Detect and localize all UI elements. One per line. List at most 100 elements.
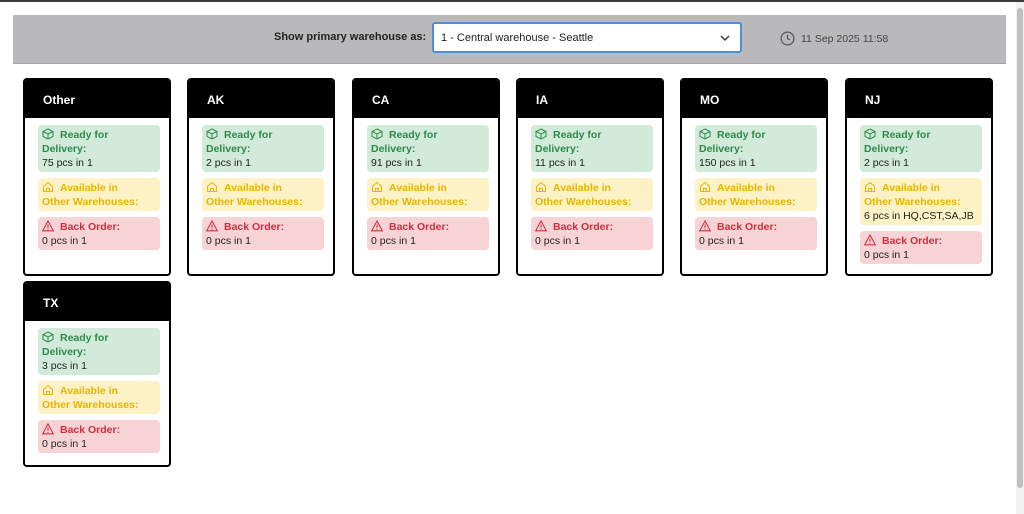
available-label-2: Other Warehouses: [42, 196, 139, 208]
warehouse-icon [371, 181, 389, 194]
ready-label-1: Ready for [224, 129, 273, 141]
warehouse-card: TX Ready for Delivery: 3 pcs in 1 Availab… [23, 281, 171, 467]
box-icon [206, 128, 224, 141]
primary-warehouse-select[interactable]: 1 - Central warehouse - Seattle [432, 22, 742, 53]
ready-for-delivery-box: Ready for Delivery: 91 pcs in 1 [367, 125, 489, 172]
back-order-label: Back Order: [717, 221, 778, 233]
back-order-label: Back Order: [882, 235, 943, 247]
back-order-label: Back Order: [553, 221, 614, 233]
available-label-1: Available in [882, 182, 940, 194]
card-title: NJ [847, 80, 991, 118]
ready-label-2: Delivery: [42, 346, 87, 358]
available-label-1: Available in [389, 182, 447, 194]
ready-label-2: Delivery: [42, 143, 87, 155]
ready-for-delivery-box: Ready for Delivery: 3 pcs in 1 [38, 328, 160, 375]
ready-quantity: 11 pcs in 1 [535, 157, 586, 169]
available-other-warehouses-box: Available in Other Warehouses: [38, 381, 160, 414]
ready-label-2: Delivery: [371, 143, 416, 155]
available-other-warehouses-box: Available in Other Warehouses: [367, 178, 489, 211]
box-icon [42, 128, 60, 141]
warehouse-icon [535, 181, 553, 194]
back-order-quantity: 0 pcs in 1 [864, 249, 909, 261]
warehouse-toolbar: Show primary warehouse as: 1 - Central w… [13, 15, 1006, 64]
available-label-2: Other Warehouses: [535, 196, 632, 208]
available-other-warehouses-box: Available in Other Warehouses: [531, 178, 653, 211]
warehouse-icon [699, 181, 717, 194]
available-label-1: Available in [60, 385, 118, 397]
back-order-box: Back Order: 0 pcs in 1 [695, 217, 817, 250]
warehouse-card: CA Ready for Delivery: 91 pcs in 1 Availa… [352, 78, 500, 276]
warning-icon [206, 220, 224, 233]
primary-warehouse-select-value: 1 - Central warehouse - Seattle [441, 32, 594, 44]
warning-icon [864, 234, 882, 247]
box-icon [42, 331, 60, 344]
back-order-box: Back Order: 0 pcs in 1 [531, 217, 653, 250]
warning-icon [371, 220, 389, 233]
card-title: AK [189, 80, 333, 118]
ready-for-delivery-box: Ready for Delivery: 75 pcs in 1 [38, 125, 160, 172]
box-icon [864, 128, 882, 141]
available-other-warehouses-box: Available in Other Warehouses: [38, 178, 160, 211]
primary-warehouse-label: Show primary warehouse as: [274, 31, 427, 43]
available-label-2: Other Warehouses: [206, 196, 303, 208]
scrollbar-thumb[interactable] [1017, 8, 1023, 488]
warehouse-card: NJ Ready for Delivery: 2 pcs in 1 Availab… [845, 78, 993, 276]
warehouse-card: IA Ready for Delivery: 11 pcs in 1 Availa… [516, 78, 664, 276]
warehouse-card: MO Ready for Delivery: 150 pcs in 1 Avail… [680, 78, 828, 276]
card-title: CA [354, 80, 498, 118]
card-title: Other [25, 80, 169, 118]
box-icon [371, 128, 389, 141]
available-label-1: Available in [224, 182, 282, 194]
warehouse-icon [42, 181, 60, 194]
available-label-2: Other Warehouses: [864, 196, 961, 208]
clock-icon [780, 31, 795, 46]
available-label-2: Other Warehouses: [371, 196, 468, 208]
ready-label-1: Ready for [389, 129, 438, 141]
back-order-box: Back Order: 0 pcs in 1 [367, 217, 489, 250]
warning-icon [42, 220, 60, 233]
chevron-down-icon [720, 35, 730, 41]
back-order-label: Back Order: [60, 424, 121, 436]
back-order-label: Back Order: [224, 221, 285, 233]
back-order-quantity: 0 pcs in 1 [42, 235, 87, 247]
ready-for-delivery-box: Ready for Delivery: 150 pcs in 1 [695, 125, 817, 172]
card-title: MO [682, 80, 826, 118]
ready-for-delivery-box: Ready for Delivery: 2 pcs in 1 [860, 125, 982, 172]
ready-label-1: Ready for [717, 129, 766, 141]
warning-icon [42, 423, 60, 436]
available-label-2: Other Warehouses: [42, 399, 139, 411]
back-order-box: Back Order: 0 pcs in 1 [860, 231, 982, 264]
ready-quantity: 2 pcs in 1 [206, 157, 251, 169]
vertical-scrollbar[interactable] [1016, 2, 1024, 514]
ready-for-delivery-box: Ready for Delivery: 11 pcs in 1 [531, 125, 653, 172]
warning-icon [699, 220, 717, 233]
ready-label-2: Delivery: [864, 143, 909, 155]
box-icon [535, 128, 553, 141]
available-label-1: Available in [553, 182, 611, 194]
back-order-quantity: 0 pcs in 1 [206, 235, 251, 247]
available-label-1: Available in [717, 182, 775, 194]
card-title: IA [518, 80, 662, 118]
ready-for-delivery-box: Ready for Delivery: 2 pcs in 1 [202, 125, 324, 172]
timestamp: 11 Sep 2025 11:58 [801, 33, 889, 45]
back-order-quantity: 0 pcs in 1 [535, 235, 580, 247]
ready-quantity: 2 pcs in 1 [864, 157, 909, 169]
back-order-label: Back Order: [60, 221, 121, 233]
warehouse-card: AK Ready for Delivery: 2 pcs in 1 Availab… [187, 78, 335, 276]
available-other-warehouses-box: Available in Other Warehouses: [202, 178, 324, 211]
available-other-warehouses-box: Available in Other Warehouses: [695, 178, 817, 211]
ready-label-1: Ready for [60, 332, 109, 344]
ready-quantity: 91 pcs in 1 [371, 157, 422, 169]
available-quantity: 6 pcs in HQ,CST,SA,JB [864, 210, 974, 222]
card-title: TX [25, 283, 169, 321]
back-order-quantity: 0 pcs in 1 [42, 438, 87, 450]
box-icon [699, 128, 717, 141]
ready-label-2: Delivery: [699, 143, 744, 155]
back-order-box: Back Order: 0 pcs in 1 [38, 217, 160, 250]
back-order-quantity: 0 pcs in 1 [371, 235, 416, 247]
back-order-box: Back Order: 0 pcs in 1 [38, 420, 160, 453]
available-label-1: Available in [60, 182, 118, 194]
ready-quantity: 150 pcs in 1 [699, 157, 756, 169]
ready-label-2: Delivery: [206, 143, 251, 155]
ready-label-1: Ready for [60, 129, 109, 141]
